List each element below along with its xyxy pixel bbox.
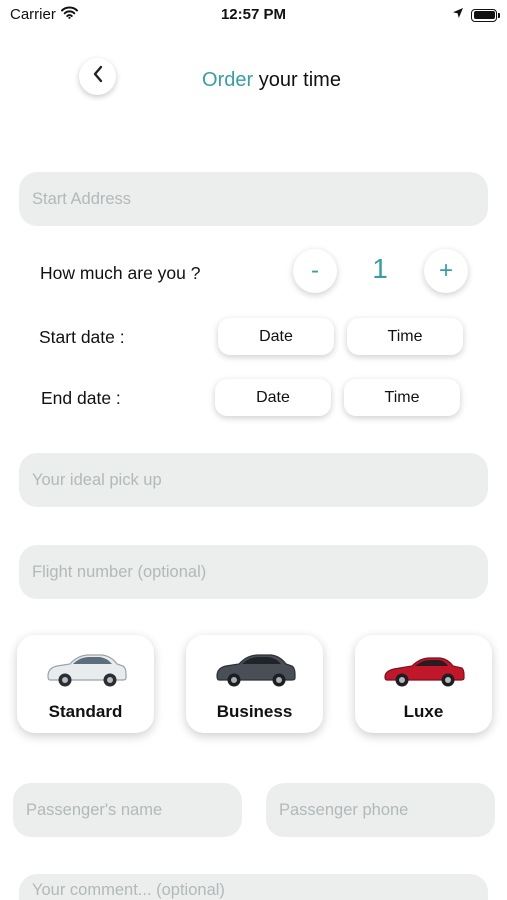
comment-field[interactable] [19,874,488,900]
start-time-button[interactable]: Time [347,318,463,355]
pickup-input[interactable] [32,470,488,490]
page-title: Order your time [0,69,507,92]
status-right [452,6,500,24]
flight-number-input[interactable] [32,562,488,582]
car-option-business[interactable]: Business [186,635,323,733]
standard-car-icon [47,654,127,687]
page-title-accent: Order [202,69,254,91]
location-arrow-icon [452,6,464,24]
passenger-phone-input[interactable] [279,800,495,820]
car-option-label: Standard [48,702,123,721]
passenger-phone-field[interactable] [266,783,495,837]
page-title-rest: your time [258,69,341,91]
passenger-count-label: How much are you ? [40,263,201,283]
luxe-car-icon [384,657,465,687]
start-address-field[interactable] [19,172,488,226]
passenger-count-value: 1 [372,253,388,284]
flight-number-field[interactable] [19,545,488,599]
business-car-icon [216,654,296,687]
increment-button[interactable]: + [424,249,468,293]
car-option-label: Business [216,702,293,721]
passenger-name-input[interactable] [26,800,242,820]
end-date-button[interactable]: Date [215,379,331,416]
car-option-standard[interactable]: Standard [17,635,154,733]
minus-icon: - [311,257,319,284]
start-address-input[interactable] [32,189,488,209]
status-bar: Carrier 12:57 PM [0,0,507,30]
start-date-button[interactable]: Date [218,318,334,355]
passenger-name-field[interactable] [13,783,242,837]
end-date-label: End date : [41,388,121,408]
status-time: 12:57 PM [220,6,287,23]
car-option-luxe[interactable]: Luxe [355,635,492,733]
decrement-button[interactable]: - [293,249,337,293]
start-date-label: Start date : [39,327,125,347]
comment-input[interactable] [32,881,488,900]
battery-icon [471,8,500,22]
plus-icon: + [438,257,453,284]
end-time-button[interactable]: Time [344,379,460,416]
pickup-field[interactable] [19,453,488,507]
car-option-label: Luxe [403,702,444,721]
